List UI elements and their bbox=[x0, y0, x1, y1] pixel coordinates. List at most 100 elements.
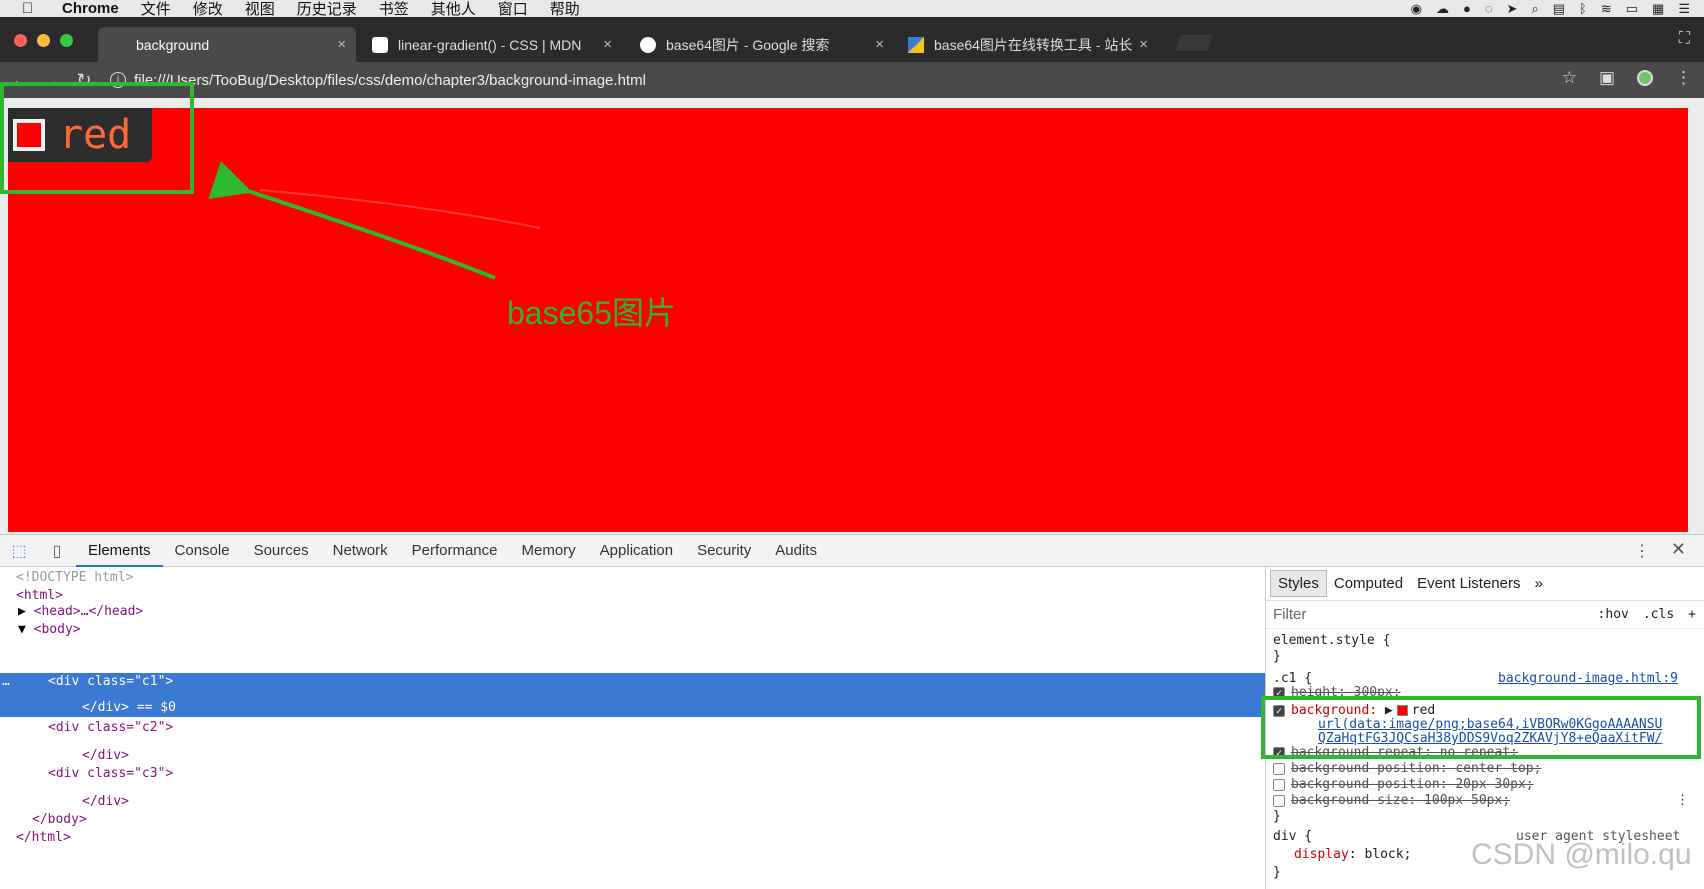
inspect-icon[interactable]: ⬚ bbox=[0, 541, 38, 561]
ellipsis-icon[interactable]: … bbox=[2, 673, 10, 691]
zoom-window-button[interactable] bbox=[60, 34, 73, 47]
add-rule-icon[interactable]: + bbox=[1688, 607, 1696, 622]
bluetooth-icon[interactable]: ᛒ bbox=[1579, 1, 1587, 16]
bg-position2-row[interactable]: background-position: 20px 30px; bbox=[1273, 777, 1534, 793]
more-tabs-icon[interactable]: » bbox=[1527, 571, 1549, 596]
page-icon bbox=[110, 37, 126, 53]
extension-green-icon[interactable] bbox=[1637, 70, 1653, 86]
tab-performance[interactable]: Performance bbox=[400, 535, 510, 567]
browser-toolbar: ← → ↻ i file:///Users/TooBug/Desktop/fil… bbox=[0, 62, 1704, 98]
tab-computed[interactable]: Computed bbox=[1327, 571, 1410, 596]
tab-console[interactable]: Console bbox=[163, 535, 242, 567]
bg-position2-decl: background-position: 20px 30px; bbox=[1291, 777, 1534, 792]
close-icon[interactable]: × bbox=[1139, 36, 1148, 53]
c1-source-link[interactable]: background-image.html:9 bbox=[1498, 671, 1678, 687]
list-icon[interactable]: ☰ bbox=[1678, 1, 1690, 17]
cls-toggle[interactable]: .cls bbox=[1643, 607, 1674, 622]
close-icon[interactable]: × bbox=[337, 36, 346, 53]
dom-div-c2[interactable]: <div class="c2"> bbox=[48, 719, 173, 737]
flag-icon[interactable]: ▦ bbox=[1652, 1, 1664, 17]
dom-body-row[interactable]: ▼ <body> bbox=[18, 621, 81, 639]
devtools-menu-icon[interactable]: ⋮ bbox=[1634, 541, 1650, 561]
checkbox[interactable] bbox=[1273, 778, 1285, 791]
tab-mdn[interactable]: linear-gradient() - CSS | MDN × bbox=[360, 27, 622, 62]
bg-size-decl: background-size: 100px 50px; bbox=[1291, 793, 1511, 808]
extension-icon[interactable]: ▣ bbox=[1599, 68, 1615, 88]
star-icon[interactable]: ☆ bbox=[1562, 68, 1577, 88]
minimize-window-button[interactable] bbox=[37, 34, 50, 47]
element-style-close: } bbox=[1273, 649, 1281, 664]
collapse-arrow-icon[interactable]: ▼ bbox=[18, 622, 26, 637]
menu-icon[interactable]: ⋮ bbox=[1675, 68, 1692, 88]
mdn-icon bbox=[372, 36, 388, 53]
bg-size-row[interactable]: background-size: 100px 50px; bbox=[1273, 793, 1510, 809]
checkbox[interactable] bbox=[1273, 762, 1285, 775]
tab-title: linear-gradient() - CSS | MDN bbox=[398, 36, 582, 53]
tab-base64-tool[interactable]: base64图片在线转换工具 - 站长 × bbox=[896, 27, 1158, 62]
send-icon[interactable]: ➤ bbox=[1507, 1, 1518, 17]
apple-icon[interactable]:  bbox=[22, 0, 42, 17]
dom-div-c3[interactable]: <div class="c3"> bbox=[48, 765, 173, 783]
devtools-tabbar: ⬚ ▯ Elements Console Sources Network Per… bbox=[0, 535, 1704, 567]
tab-background[interactable]: background × bbox=[98, 27, 356, 62]
toolbar-actions: ☆ ▣ ⋮ bbox=[1562, 68, 1692, 88]
tab-security[interactable]: Security bbox=[685, 535, 763, 567]
url-text[interactable]: file:///Users/TooBug/Desktop/files/css/d… bbox=[134, 72, 646, 89]
elements-tree: <!DOCTYPE html> <html> ▶ <head>…</head> … bbox=[0, 567, 1265, 889]
qq-icon[interactable]: ● bbox=[1463, 1, 1471, 16]
dom-body-open: <body> bbox=[33, 622, 81, 637]
tab-title: base64图片在线转换工具 - 站长 bbox=[934, 36, 1133, 53]
div-selector[interactable]: div { bbox=[1273, 829, 1312, 845]
close-icon[interactable]: × bbox=[875, 36, 884, 53]
tab-sources[interactable]: Sources bbox=[242, 535, 321, 567]
dom-div-c1[interactable]: <div class="c1"> bbox=[48, 673, 173, 691]
dom-div-c3-close[interactable]: </div> bbox=[82, 793, 129, 811]
address-bar[interactable]: i file:///Users/TooBug/Desktop/files/css… bbox=[110, 65, 1590, 95]
dom-body-close[interactable]: </body> bbox=[32, 811, 87, 829]
checkbox[interactable] bbox=[1273, 794, 1285, 807]
incognito-icon[interactable]: ⛶ bbox=[1679, 30, 1690, 48]
device-toggle-icon[interactable]: ▯ bbox=[38, 541, 76, 561]
hov-toggle[interactable]: :hov bbox=[1598, 607, 1629, 622]
status-area: ◉ ☁ ● ◌ ➤ ⌕ ▤ ᛒ ≋ ▭ ▦ ☰ bbox=[1411, 0, 1690, 17]
app-menu[interactable]: Chrome bbox=[62, 0, 119, 17]
tab-google[interactable]: base64图片 - Google 搜索 × bbox=[628, 27, 894, 62]
tab-event-listeners[interactable]: Event Listeners bbox=[1410, 571, 1527, 596]
element-style-selector[interactable]: element.style { bbox=[1273, 633, 1390, 649]
filter-input[interactable]: Filter bbox=[1273, 606, 1306, 623]
watermark: CSDN @milo.qu bbox=[1471, 838, 1692, 871]
dom-doctype[interactable]: <!DOCTYPE html> bbox=[16, 569, 133, 587]
search-icon[interactable]: ⌕ bbox=[1531, 1, 1538, 17]
dom-div-c1-close[interactable]: </div> == $0 bbox=[82, 699, 176, 717]
dom-div-c2-close[interactable]: </div> bbox=[82, 747, 129, 765]
tab-network[interactable]: Network bbox=[321, 535, 400, 567]
close-icon[interactable]: × bbox=[603, 36, 612, 53]
bg-position1-row[interactable]: background-position: center top; bbox=[1273, 761, 1541, 777]
tab-memory[interactable]: Memory bbox=[510, 535, 588, 567]
close-window-button[interactable] bbox=[14, 34, 27, 47]
chat-icon[interactable]: ◌ bbox=[1485, 1, 1493, 16]
cloud-icon[interactable]: ☁ bbox=[1436, 1, 1449, 17]
styles-tabbar: Styles Computed Event Listeners » bbox=[1266, 567, 1704, 601]
devtools-close-icon[interactable]: ✕ bbox=[1671, 539, 1686, 560]
tab-application[interactable]: Application bbox=[588, 535, 685, 567]
battery-icon[interactable]: ▭ bbox=[1626, 1, 1638, 17]
tab-styles[interactable]: Styles bbox=[1270, 570, 1327, 597]
arrow-line bbox=[208, 160, 496, 280]
dom-head-row[interactable]: ▶ <head>…</head> bbox=[18, 603, 143, 621]
expand-arrow-icon[interactable]: ▶ bbox=[18, 604, 26, 619]
tab-audits[interactable]: Audits bbox=[763, 535, 829, 567]
docker-icon[interactable]: ▤ bbox=[1553, 1, 1565, 17]
c1-close-brace: } bbox=[1273, 809, 1281, 824]
kebab-icon[interactable]: ⋮ bbox=[1676, 793, 1689, 809]
tab-title: base64图片 - Google 搜索 bbox=[666, 36, 830, 53]
selected-dom-node[interactable]: … <div class="c1"> </div> == $0 bbox=[0, 673, 1265, 717]
dom-html-close[interactable]: </html> bbox=[16, 829, 71, 847]
wifi-icon[interactable]: ≋ bbox=[1601, 1, 1612, 17]
styles-filter[interactable]: Filter :hov .cls + bbox=[1266, 601, 1704, 629]
new-tab-button[interactable] bbox=[1175, 35, 1213, 51]
macos-menubar:  Chrome 文件 修改 视图 历史记录 书签 其他人 窗口 帮助 ◉ ☁ … bbox=[0, 0, 1704, 18]
tab-elements[interactable]: Elements bbox=[76, 535, 163, 567]
record-icon[interactable]: ◉ bbox=[1411, 1, 1422, 17]
highlight-box bbox=[1261, 696, 1701, 759]
